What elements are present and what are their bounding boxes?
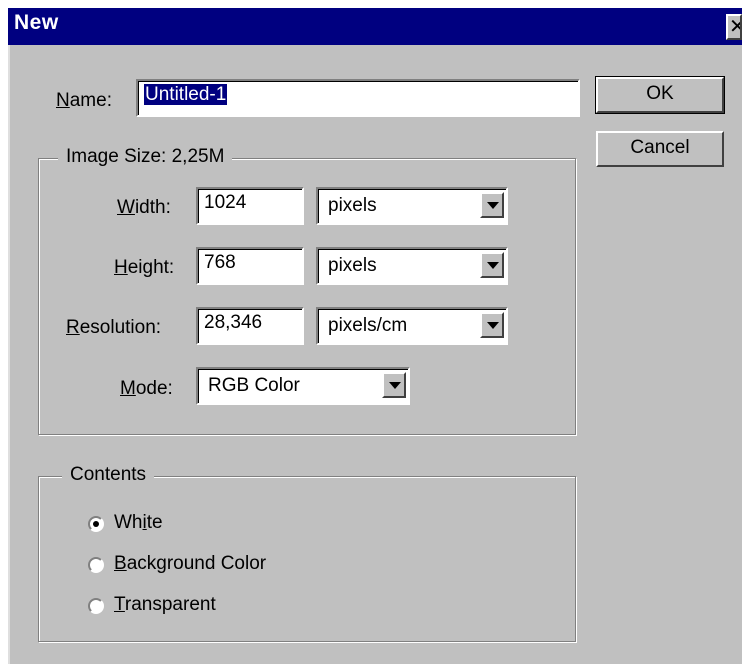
mode-value: RGB Color [208,375,300,396]
cancel-button[interactable]: Cancel [596,131,724,167]
name-value: Untitled-1 [144,84,228,105]
chevron-down-icon[interactable] [480,312,504,338]
ok-button[interactable]: OK [595,76,725,114]
window-title: New [14,11,59,34]
resolution-unit-value: pixels/cm [328,315,408,336]
close-icon: ✕ [729,16,740,38]
width-unit-select[interactable]: pixels [316,187,508,225]
window-edge-highlight [8,45,10,664]
height-input[interactable]: 768 [196,247,304,285]
width-label: Width: [117,197,171,218]
image-size-legend: Image Size: 2,25M [58,146,233,168]
image-size-label: Image Size: [66,146,167,167]
width-unit-value: pixels [328,195,377,216]
chevron-down-icon[interactable] [382,372,406,398]
image-size-value: 2,25M [171,146,225,167]
close-button[interactable]: ✕ [726,14,742,40]
radio-transparent-label: Transparent [114,594,216,615]
radio-icon[interactable] [88,598,104,614]
height-unit-value: pixels [328,255,377,276]
title-bar-fill [8,8,742,45]
resolution-unit-select[interactable]: pixels/cm [316,307,508,345]
window-edge [0,45,8,664]
contents-legend: Contents [62,464,155,486]
radio-icon[interactable] [88,516,104,532]
width-input[interactable]: 1024 [196,187,304,225]
mode-label: Mode: [120,378,173,399]
resolution-label: Resolution: [66,317,162,338]
radio-icon[interactable] [88,557,104,573]
name-input[interactable]: Untitled-1 [136,79,580,117]
height-label: Height: [114,257,175,278]
title-bar: New ✕ [0,0,742,45]
resolution-input[interactable]: 28,346 [196,307,304,345]
radio-white-label: White [114,512,163,533]
mode-select[interactable]: RGB Color [196,367,410,405]
chevron-down-icon[interactable] [480,192,504,218]
name-label: Name: [56,90,112,111]
chevron-down-icon[interactable] [480,252,504,278]
height-unit-select[interactable]: pixels [316,247,508,285]
radio-background-color-label: Background Color [114,553,267,574]
